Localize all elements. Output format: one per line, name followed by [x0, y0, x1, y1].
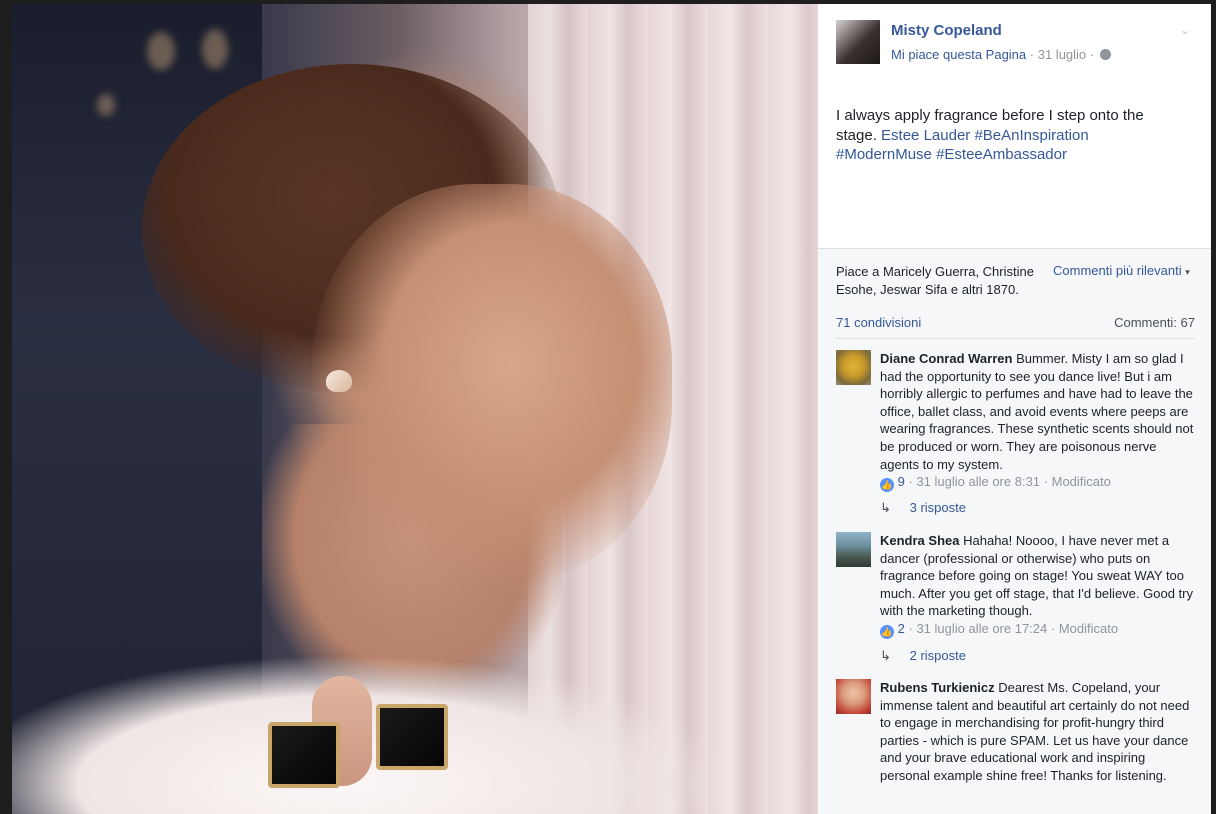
- comments-count: Commenti: 67: [1114, 315, 1195, 330]
- post-meta: Mi piace questa Pagina · 31 luglio ·: [891, 47, 1111, 62]
- post-header: Misty Copeland Mi piace questa Pagina · …: [818, 4, 1211, 248]
- chevron-down-icon[interactable]: ⌄: [1177, 22, 1193, 38]
- commenter-name[interactable]: Kendra Shea: [880, 533, 959, 548]
- caret-down-icon: ▾: [1185, 267, 1190, 277]
- link-estee-lauder[interactable]: Estee Lauder: [881, 127, 970, 144]
- comment-body: Diane Conrad Warren Bummer. Misty I am s…: [880, 350, 1196, 473]
- hashtag-modernmuse[interactable]: #ModernMuse: [836, 146, 932, 163]
- photo-bokeh-light: [97, 94, 115, 116]
- photo-perfume-bottle: [376, 704, 448, 770]
- commenter-name[interactable]: Diane Conrad Warren: [880, 351, 1012, 366]
- comment-text: Bummer. Misty I am so glad I had the opp…: [880, 351, 1194, 472]
- post-text: I always apply fragrance before I step o…: [836, 106, 1176, 165]
- comment-sort-dropdown[interactable]: Commenti più rilevanti ▾: [1053, 263, 1190, 278]
- shares-count[interactable]: 71 condivisioni: [836, 315, 921, 330]
- post-photo[interactable]: [12, 4, 818, 814]
- author-avatar[interactable]: [836, 20, 880, 64]
- photo-bokeh-light: [202, 29, 228, 69]
- photo-earring: [326, 370, 352, 392]
- commenter-name[interactable]: Rubens Turkienicz: [880, 680, 995, 695]
- view-replies-link[interactable]: ↳ 3 risposte: [880, 500, 966, 516]
- comment-body: Rubens Turkienicz Dearest Ms. Copeland, …: [880, 679, 1196, 785]
- replies-count: 3 risposte: [909, 500, 966, 515]
- comment-text: Dearest Ms. Copeland, your immense talen…: [880, 680, 1190, 783]
- comment-time[interactable]: 31 luglio alle ore 17:24: [916, 621, 1047, 636]
- commenter-avatar[interactable]: [836, 532, 871, 567]
- divider: [836, 338, 1195, 339]
- photo-bokeh-light: [147, 32, 175, 70]
- globe-icon[interactable]: [1099, 49, 1111, 60]
- comment-edited[interactable]: Modificato: [1052, 474, 1111, 489]
- post-feedback-section: Piace a Maricely Guerra, Christine Esohe…: [818, 248, 1211, 814]
- replies-count: 2 risposte: [909, 648, 966, 663]
- comment-edited[interactable]: Modificato: [1059, 621, 1118, 636]
- hashtag-beaninspiration[interactable]: #BeAnInspiration: [974, 127, 1088, 144]
- thumbs-up-icon: 👍: [880, 625, 894, 639]
- comment-body: Kendra Shea Hahaha! Noooo, I have never …: [880, 532, 1196, 620]
- thumbs-up-icon: 👍: [880, 478, 894, 492]
- hashtag-esteeambassador[interactable]: #EsteeAmbassador: [936, 146, 1067, 163]
- comment-meta: 👍 9 · 31 luglio alle ore 8:31 · Modifica…: [880, 474, 1111, 492]
- comment-sort-label: Commenti più rilevanti: [1053, 263, 1182, 278]
- post-side-panel: Misty Copeland Mi piace questa Pagina · …: [818, 4, 1211, 814]
- comment-time[interactable]: 31 luglio alle ore 8:31: [916, 474, 1040, 489]
- comment-meta: 👍 2 · 31 luglio alle ore 17:24 · Modific…: [880, 621, 1119, 639]
- likes-summary[interactable]: Piace a Maricely Guerra, Christine Esohe…: [836, 263, 1036, 299]
- photo-perfume-bottle: [268, 722, 340, 788]
- reply-arrow-icon: ↳: [880, 648, 891, 663]
- commenter-avatar[interactable]: [836, 350, 871, 385]
- comment-like-count[interactable]: 9: [898, 474, 905, 489]
- photo-face: [312, 184, 672, 584]
- comment-like-count[interactable]: 2: [898, 621, 905, 636]
- like-page-link[interactable]: Mi piace questa Pagina: [891, 47, 1026, 62]
- meta-separator: ·: [1089, 47, 1098, 62]
- post-date[interactable]: 31 luglio: [1038, 47, 1086, 62]
- reply-arrow-icon: ↳: [880, 500, 891, 515]
- view-replies-link[interactable]: ↳ 2 risposte: [880, 648, 966, 664]
- author-name[interactable]: Misty Copeland: [891, 22, 1002, 39]
- commenter-avatar[interactable]: [836, 679, 871, 714]
- meta-separator: ·: [1029, 47, 1038, 62]
